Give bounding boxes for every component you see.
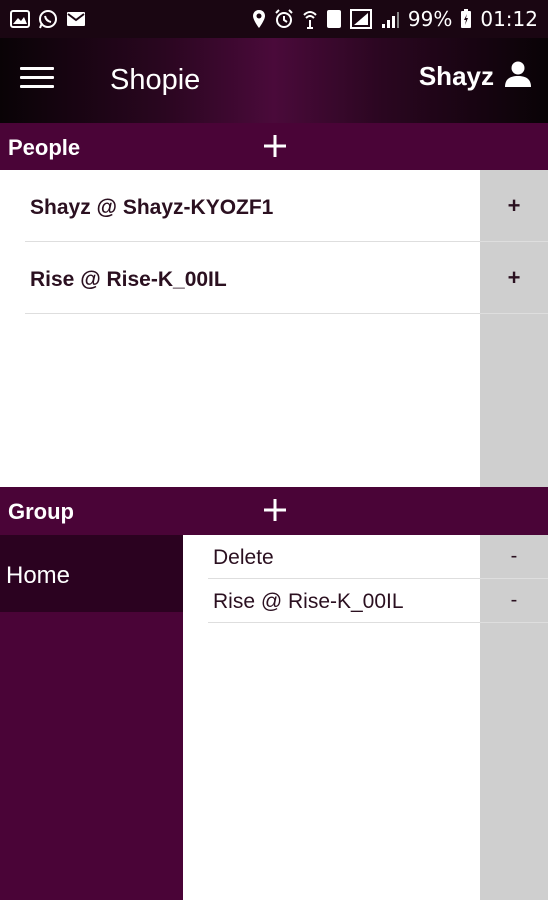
group-header: Group <box>0 487 548 535</box>
person-name: Rise @ Rise-K_00IL <box>30 268 227 291</box>
people-title: People <box>8 135 81 160</box>
list-item[interactable]: Rise @ Rise-K_00IL + <box>25 242 548 314</box>
signal-bars-icon <box>380 9 400 29</box>
group-members-list: Delete - Rise @ Rise-K_00IL - <box>183 535 548 900</box>
person-icon <box>504 60 532 93</box>
clock: 01:12 <box>480 7 538 31</box>
sim-icon <box>326 9 342 29</box>
whatsapp-icon <box>38 9 58 29</box>
menu-icon-line <box>20 76 54 79</box>
plus-icon <box>264 135 286 157</box>
app-title: Shopie <box>110 64 201 96</box>
battery-icon <box>460 9 472 29</box>
signal-icon <box>349 9 372 29</box>
group-area: Home Delete - Rise @ Rise-K_00IL - <box>0 535 548 900</box>
people-header: People <box>0 123 548 171</box>
group-item-label: Home <box>6 562 71 589</box>
menu-icon-line <box>20 85 54 88</box>
member-name: Delete <box>213 546 274 569</box>
group-sidebar: Home <box>0 535 183 900</box>
remove-member-button[interactable]: - <box>480 535 548 578</box>
location-icon <box>252 9 266 29</box>
status-bar: 99% 01:12 <box>0 0 548 38</box>
user-account-button[interactable]: Shayz <box>419 60 532 93</box>
people-list: Shayz @ Shayz-KYOZF1 + Rise @ Rise-K_00I… <box>0 170 548 487</box>
add-to-group-button[interactable]: + <box>480 242 548 313</box>
add-to-group-button[interactable]: + <box>480 170 548 241</box>
wifi-icon <box>302 9 318 29</box>
menu-button[interactable] <box>20 67 54 95</box>
app-bar: Shopie Shayz <box>0 38 548 123</box>
plus-icon <box>264 499 286 521</box>
status-bar-right: 99% 01:12 <box>252 7 538 31</box>
member-name: Rise @ Rise-K_00IL <box>213 590 404 613</box>
mail-icon <box>66 11 86 27</box>
alarm-icon <box>274 9 294 29</box>
person-name: Shayz @ Shayz-KYOZF1 <box>30 196 274 219</box>
gallery-icon <box>10 10 30 28</box>
battery-percent: 99% <box>407 7 453 31</box>
list-item[interactable]: Shayz @ Shayz-KYOZF1 + <box>25 170 548 242</box>
user-name: Shayz <box>418 61 494 91</box>
menu-icon-line <box>20 67 54 70</box>
remove-member-button[interactable]: - <box>480 579 548 622</box>
list-item[interactable]: Rise @ Rise-K_00IL - <box>208 579 548 623</box>
status-bar-left <box>10 9 86 29</box>
add-group-button[interactable] <box>262 497 288 523</box>
list-item[interactable]: Delete - <box>208 535 548 579</box>
group-title: Group <box>8 499 74 524</box>
group-item-home[interactable]: Home <box>0 535 183 612</box>
add-person-button[interactable] <box>262 133 288 159</box>
